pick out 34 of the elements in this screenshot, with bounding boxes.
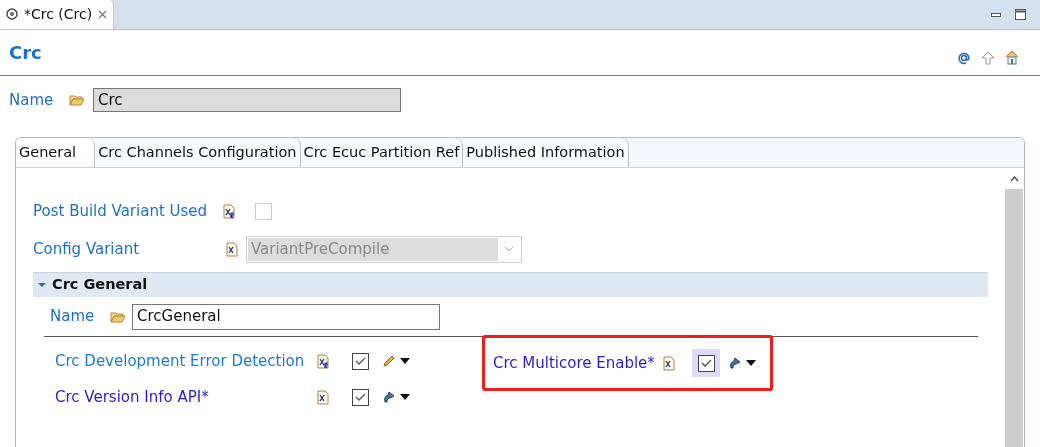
document-x-r-icon (223, 203, 235, 219)
field-label: Post Build Variant Used (33, 200, 209, 222)
section-header[interactable]: Crc General (33, 272, 988, 297)
pencil-icon[interactable] (382, 354, 396, 368)
dropdown-caret-icon[interactable] (400, 358, 410, 364)
maximize-icon[interactable] (1015, 9, 1026, 20)
parameter-label: Crc Version Info API* (55, 386, 210, 408)
field-label: Name (9, 89, 55, 111)
collapse-triangle-icon (38, 281, 46, 289)
up-arrow-icon[interactable] (981, 50, 995, 65)
parameter-label: Crc Development Error Detection (55, 350, 306, 372)
name-field[interactable]: CrcGeneral (132, 303, 440, 330)
dropdown-caret-icon[interactable] (400, 394, 410, 400)
checkbox[interactable] (351, 352, 369, 370)
name-field[interactable]: Crc (93, 88, 401, 112)
at-sign-icon[interactable] (957, 50, 971, 65)
field-label: Config Variant (33, 238, 141, 260)
parameter-label: Crc Multicore Enable* (493, 352, 656, 374)
dropdown-caret-icon[interactable] (746, 360, 756, 366)
scroll-up-icon[interactable] (1009, 176, 1019, 182)
folder-icon (69, 94, 85, 106)
vertical-scrollbar[interactable] (1005, 169, 1023, 447)
close-icon[interactable] (98, 9, 108, 19)
checkbox[interactable] (697, 354, 715, 372)
editor-tab[interactable]: *Crc (Crc) (0, 0, 115, 29)
home-icon[interactable] (1005, 50, 1019, 65)
minimize-icon[interactable] (991, 12, 1001, 17)
folder-icon (110, 310, 126, 323)
field-label: Name (50, 306, 96, 328)
document-x-icon (226, 241, 238, 257)
form-title: Crc (9, 41, 42, 65)
checkbox[interactable] (351, 388, 369, 406)
chevron-down-icon (504, 246, 514, 252)
tab[interactable]: General (16, 138, 96, 167)
